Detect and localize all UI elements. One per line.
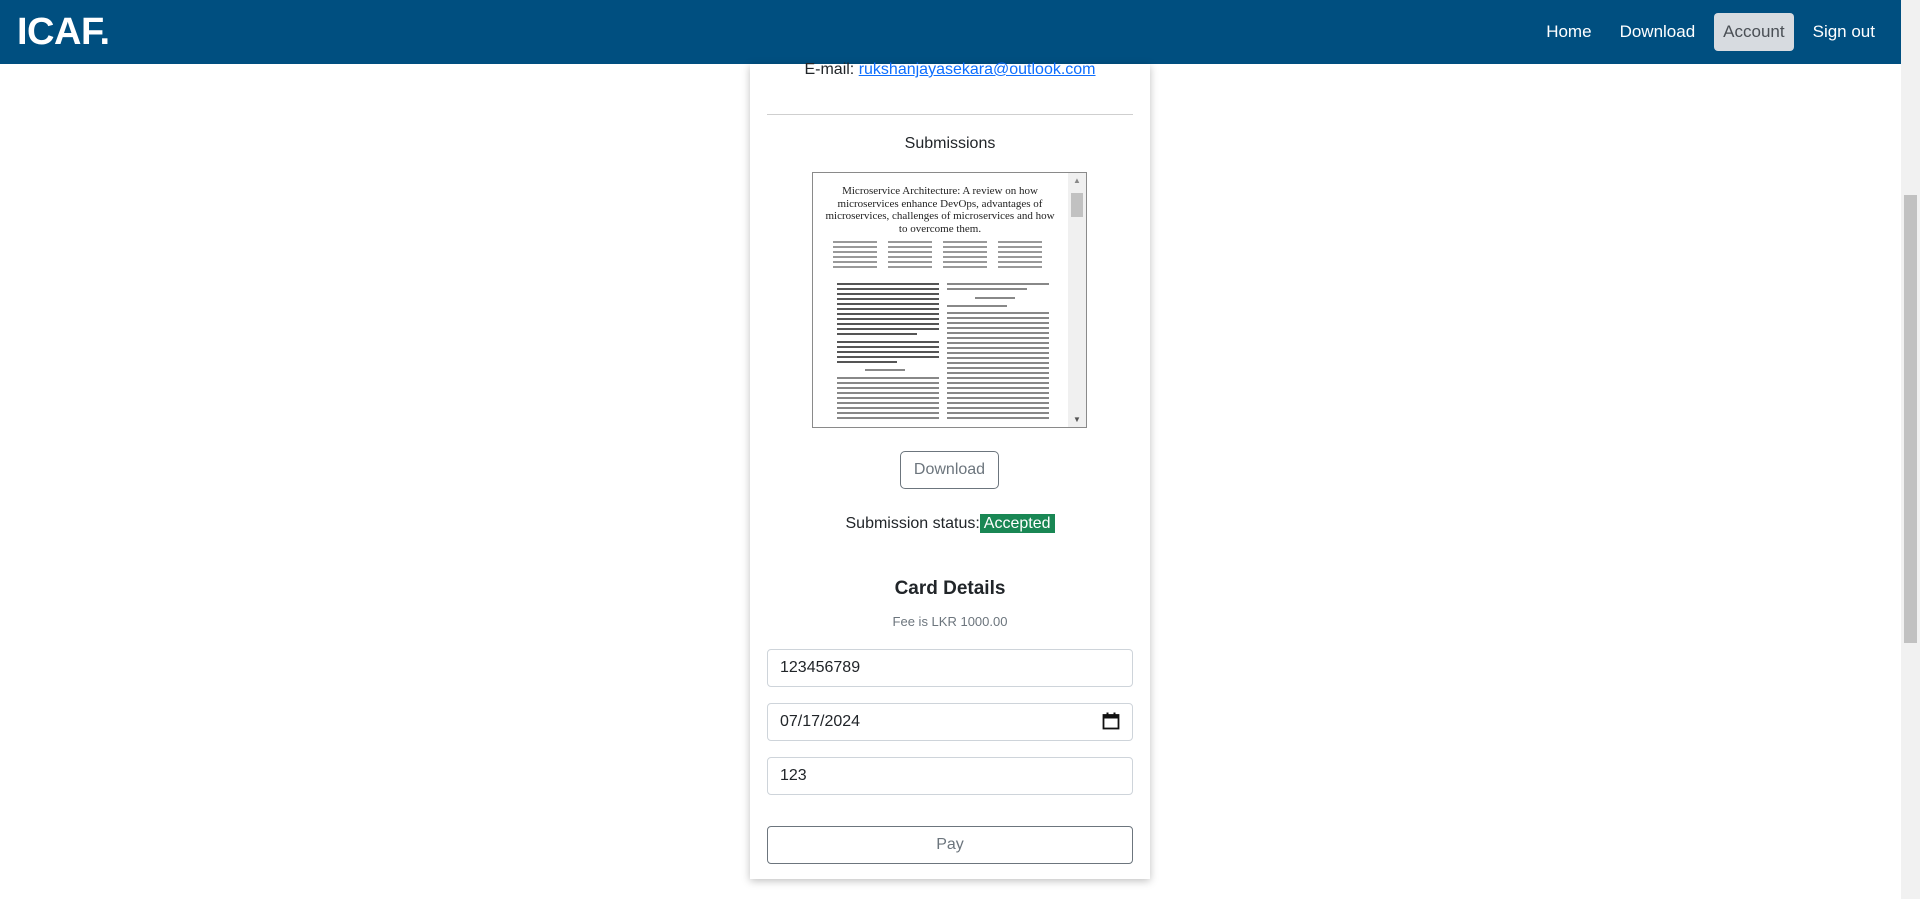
page-scroll-thumb[interactable] (1904, 195, 1917, 643)
expiry-date-input[interactable]: 07/17/2024 (767, 703, 1133, 741)
submissions-title: Submissions (904, 135, 996, 152)
scroll-down-icon[interactable]: ▼ (1068, 415, 1086, 424)
page-scrollbar[interactable] (1901, 0, 1920, 899)
expiry-date-value: 07/17/2024 (780, 713, 861, 730)
divider (767, 114, 1133, 115)
fee-text: Fee is LKR 1000.00 (892, 614, 1008, 629)
paper-body-text (833, 241, 1049, 419)
cvv-input[interactable] (767, 757, 1133, 795)
account-card: E-mail: rukshanjayasekara@outlook.com Su… (750, 61, 1150, 879)
card-details-title: Card Details (894, 578, 1006, 599)
email-link[interactable]: rukshanjayasekara@outlook.com (859, 61, 1096, 78)
card-number-input[interactable] (767, 649, 1133, 687)
status-label: Submission status: (845, 515, 980, 532)
download-button[interactable]: Download (900, 451, 999, 489)
pdf-scroll-thumb[interactable] (1071, 193, 1083, 217)
email-line: E-mail: rukshanjayasekara@outlook.com (750, 61, 1150, 79)
top-navbar: ICAF. Home Download Account Sign out (0, 0, 1901, 64)
calendar-icon[interactable] (1102, 712, 1120, 730)
nav-links: Home Download Account Sign out (1537, 13, 1884, 51)
scroll-up-icon[interactable]: ▲ (1068, 176, 1086, 185)
nav-download[interactable]: Download (1611, 13, 1705, 51)
pdf-scrollbar[interactable]: ▲ ▼ (1068, 173, 1086, 427)
status-badge: Accepted (979, 514, 1055, 533)
email-label: E-mail: (804, 61, 855, 78)
brand-logo[interactable]: ICAF. (17, 11, 110, 54)
submission-status: Submission status: Accepted (750, 514, 1150, 533)
pay-button[interactable]: Pay (767, 826, 1133, 864)
nav-account[interactable]: Account (1714, 13, 1794, 51)
nav-home[interactable]: Home (1537, 13, 1600, 51)
pdf-page: Microservice Architecture: A review on h… (815, 175, 1067, 427)
pdf-preview[interactable]: Microservice Architecture: A review on h… (812, 172, 1087, 428)
nav-sign-out[interactable]: Sign out (1804, 13, 1884, 51)
